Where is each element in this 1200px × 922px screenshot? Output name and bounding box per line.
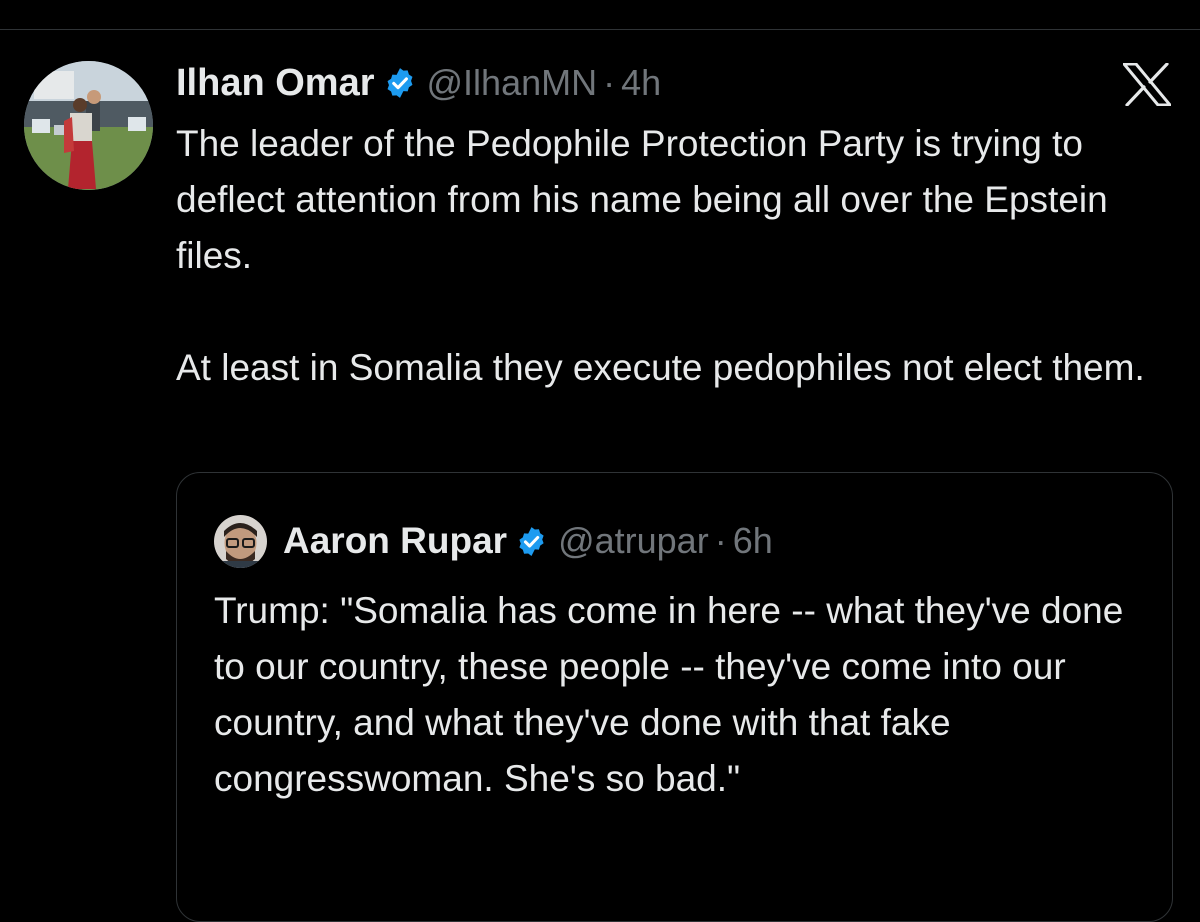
separator-dot: · <box>603 62 616 103</box>
tweet-body: The leader of the Pedophile Protection P… <box>176 116 1166 396</box>
tweet-header: Ilhan Omar @IlhanMN · 4h <box>176 57 661 109</box>
author-display-name[interactable]: Ilhan Omar <box>176 62 375 105</box>
tweet-paragraph: At least in Somalia they execute pedophi… <box>176 347 1145 388</box>
tweet-timestamp[interactable]: 4h <box>621 62 661 104</box>
tweet-paragraph: The leader of the Pedophile Protection P… <box>176 123 1108 276</box>
author-avatar[interactable] <box>24 61 153 190</box>
verified-badge-icon <box>383 66 417 100</box>
quoted-author-display-name[interactable]: Aaron Rupar <box>283 520 507 562</box>
quoted-author-avatar-image <box>214 515 267 568</box>
quoted-author-handle[interactable]: @atrupar <box>558 520 709 562</box>
author-avatar-image <box>24 61 153 190</box>
quoted-tweet-header: Aaron Rupar @atrupar · 6h <box>283 517 773 565</box>
separator-dot: · <box>714 520 727 561</box>
top-divider <box>0 29 1200 30</box>
quoted-tweet-body: Trump: "Somalia has come in here -- what… <box>214 590 1124 799</box>
quoted-tweet-card[interactable]: Aaron Rupar @atrupar · 6h Trump: "Somali… <box>176 472 1173 922</box>
quoted-tweet-timestamp[interactable]: 6h <box>733 520 773 562</box>
verified-badge-icon <box>515 525 548 558</box>
quoted-author-avatar[interactable] <box>214 515 267 568</box>
x-logo-icon[interactable] <box>1122 62 1172 107</box>
author-handle[interactable]: @IlhanMN <box>427 62 598 104</box>
